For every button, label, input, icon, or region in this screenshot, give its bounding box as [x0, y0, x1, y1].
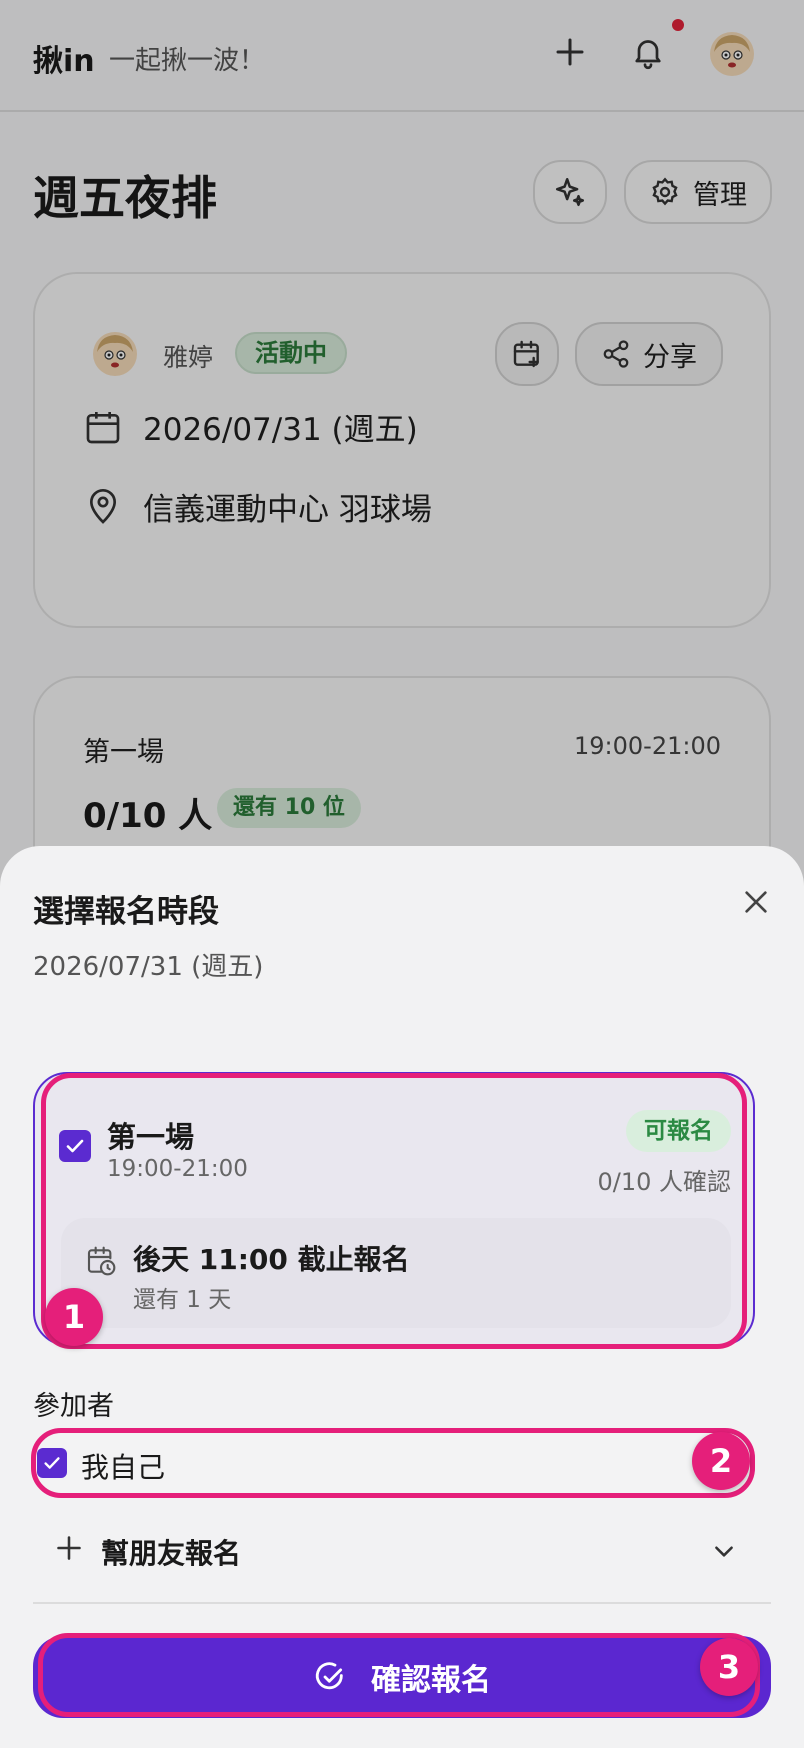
plus-icon	[57, 1536, 81, 1560]
help-friend-signup-toggle[interactable]: 幫朋友報名	[33, 1518, 771, 1584]
help-friend-label: 幫朋友報名	[101, 1537, 242, 1570]
highlight-self	[31, 1428, 755, 1498]
highlight-badge-2: 2	[692, 1432, 750, 1490]
sheet-title: 選擇報名時段	[33, 894, 219, 930]
close-icon[interactable]	[740, 886, 772, 918]
sheet-date: 2026/07/31 (週五)	[33, 952, 264, 982]
divider	[33, 1602, 771, 1604]
highlight-badge-3: 3	[700, 1638, 758, 1696]
highlight-slot	[41, 1073, 747, 1349]
highlight-badge-1: 1	[45, 1288, 103, 1346]
chevron-down-icon	[715, 1546, 733, 1557]
participants-label: 參加者	[33, 1391, 114, 1422]
highlight-confirm	[38, 1633, 760, 1717]
